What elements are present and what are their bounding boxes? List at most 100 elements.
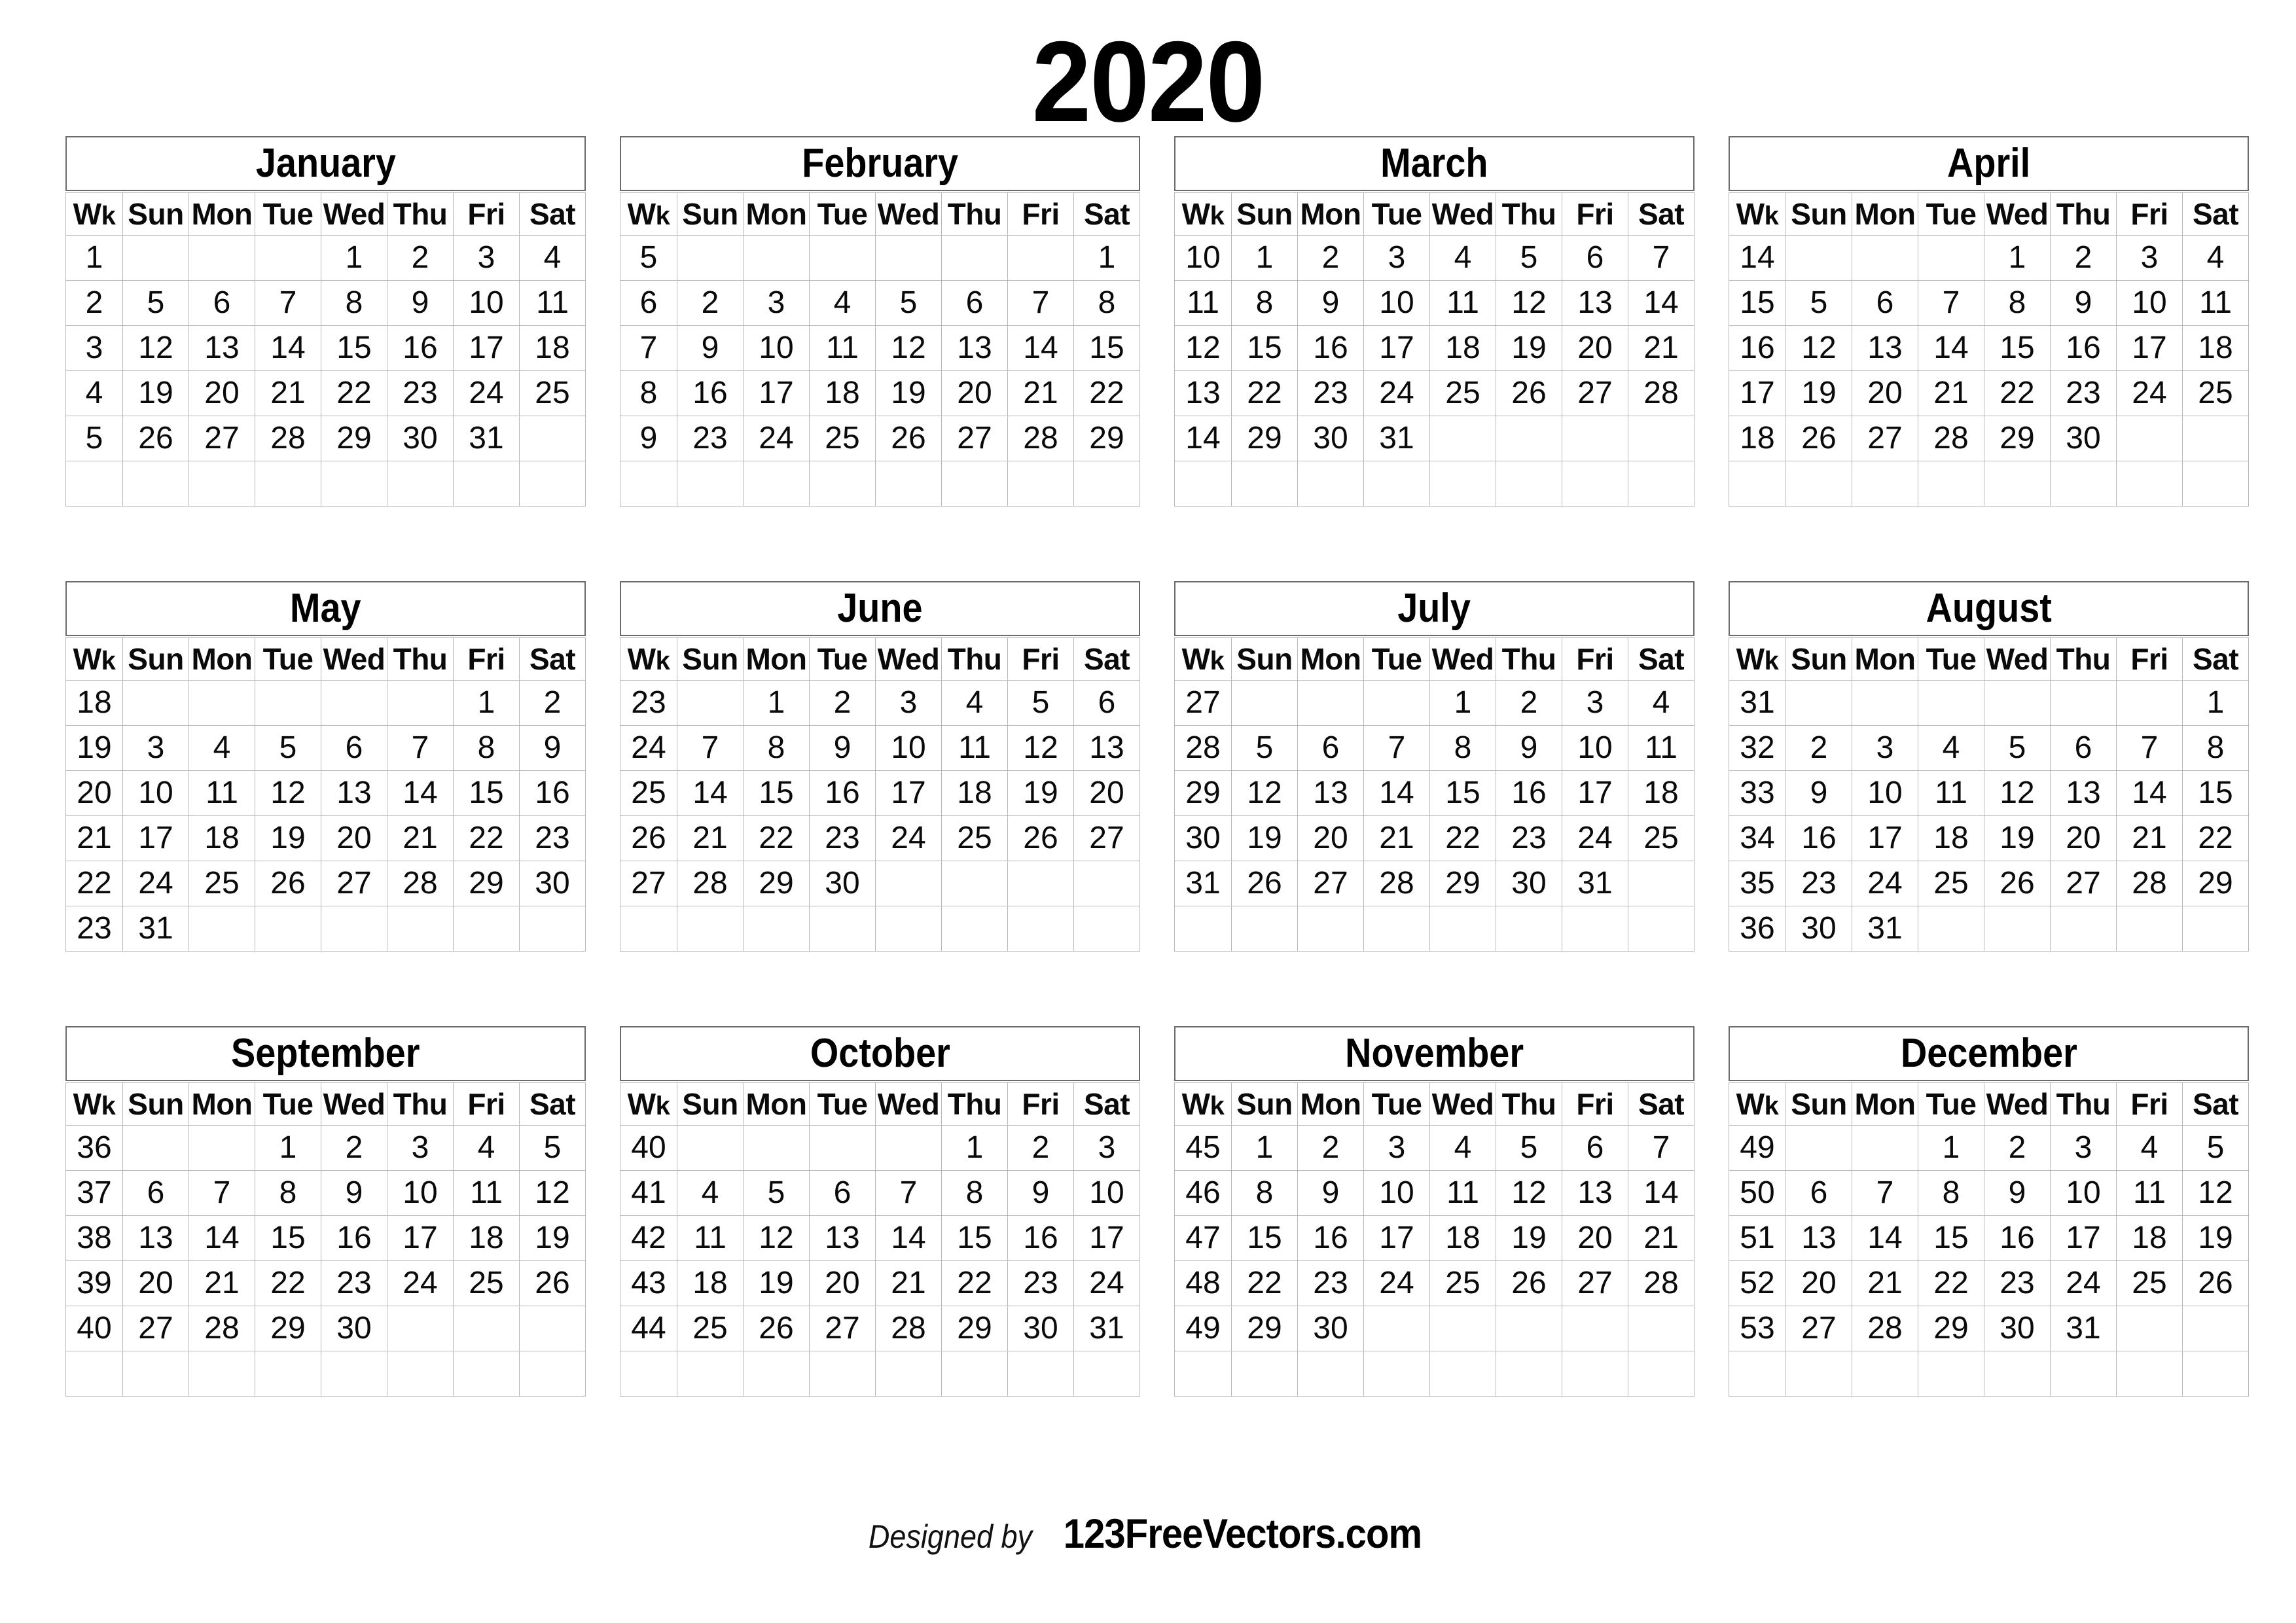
day-cell[interactable]: 14 <box>1628 1170 1695 1216</box>
day-cell[interactable]: 26 <box>1785 416 1852 461</box>
day-cell[interactable]: 18 <box>1628 770 1695 816</box>
day-cell[interactable]: 12 <box>1785 325 1852 371</box>
day-cell[interactable]: 1 <box>1918 1125 1984 1171</box>
day-cell[interactable]: 25 <box>1429 1260 1496 1306</box>
day-cell[interactable]: 3 <box>743 280 810 326</box>
day-cell[interactable]: 8 <box>941 1170 1008 1216</box>
day-cell[interactable]: 6 <box>122 1170 189 1216</box>
day-cell[interactable]: 30 <box>1007 1306 1074 1351</box>
day-cell[interactable]: 11 <box>1429 280 1496 326</box>
day-cell[interactable]: 30 <box>809 861 876 906</box>
day-cell[interactable]: 22 <box>1231 370 1298 416</box>
day-cell[interactable]: 14 <box>1007 325 1074 371</box>
day-cell[interactable]: 15 <box>321 325 387 371</box>
day-cell[interactable]: 17 <box>1852 815 1918 861</box>
day-cell[interactable]: 24 <box>453 370 520 416</box>
day-cell[interactable]: 19 <box>743 1260 810 1306</box>
day-cell[interactable]: 6 <box>1562 235 1628 281</box>
day-cell[interactable]: 19 <box>1984 815 2051 861</box>
day-cell[interactable]: 16 <box>1496 770 1562 816</box>
day-cell[interactable]: 24 <box>875 815 942 861</box>
day-cell[interactable]: 5 <box>122 280 189 326</box>
day-cell[interactable]: 15 <box>453 770 520 816</box>
day-cell[interactable]: 26 <box>1007 815 1074 861</box>
day-cell[interactable]: 8 <box>2182 725 2249 771</box>
day-cell[interactable]: 4 <box>453 1125 520 1171</box>
day-cell[interactable]: 28 <box>1918 416 1984 461</box>
day-cell[interactable]: 18 <box>519 325 586 371</box>
day-cell[interactable]: 14 <box>875 1215 942 1261</box>
day-cell[interactable]: 20 <box>941 370 1008 416</box>
day-cell[interactable]: 12 <box>1007 725 1074 771</box>
day-cell[interactable]: 19 <box>2182 1215 2249 1261</box>
day-cell[interactable]: 14 <box>1363 770 1430 816</box>
day-cell[interactable]: 23 <box>1297 1260 1364 1306</box>
day-cell[interactable]: 10 <box>1562 725 1628 771</box>
day-cell[interactable]: 18 <box>188 815 255 861</box>
day-cell[interactable]: 9 <box>2050 280 2117 326</box>
day-cell[interactable]: 8 <box>453 725 520 771</box>
day-cell[interactable]: 3 <box>1073 1125 1140 1171</box>
day-cell[interactable]: 14 <box>1628 280 1695 326</box>
day-cell[interactable]: 2 <box>677 280 744 326</box>
day-cell[interactable]: 4 <box>1918 725 1984 771</box>
day-cell[interactable]: 22 <box>941 1260 1008 1306</box>
day-cell[interactable]: 12 <box>1984 770 2051 816</box>
day-cell[interactable]: 23 <box>1007 1260 1074 1306</box>
day-cell[interactable]: 11 <box>941 725 1008 771</box>
day-cell[interactable]: 17 <box>1363 1215 1430 1261</box>
day-cell[interactable]: 1 <box>1231 235 1298 281</box>
day-cell[interactable]: 27 <box>1297 861 1364 906</box>
day-cell[interactable]: 14 <box>255 325 321 371</box>
day-cell[interactable]: 30 <box>1785 906 1852 952</box>
day-cell[interactable]: 15 <box>1984 325 2051 371</box>
day-cell[interactable]: 1 <box>1984 235 2051 281</box>
day-cell[interactable]: 2 <box>1297 235 1364 281</box>
day-cell[interactable]: 26 <box>1496 1260 1562 1306</box>
day-cell[interactable]: 7 <box>1852 1170 1918 1216</box>
day-cell[interactable]: 21 <box>1363 815 1430 861</box>
day-cell[interactable]: 16 <box>1785 815 1852 861</box>
day-cell[interactable]: 10 <box>1363 1170 1430 1216</box>
day-cell[interactable]: 21 <box>255 370 321 416</box>
day-cell[interactable]: 4 <box>941 680 1008 726</box>
day-cell[interactable]: 12 <box>519 1170 586 1216</box>
day-cell[interactable]: 15 <box>1231 1215 1298 1261</box>
day-cell[interactable]: 28 <box>1852 1306 1918 1351</box>
day-cell[interactable]: 9 <box>1297 280 1364 326</box>
day-cell[interactable]: 7 <box>2116 725 2183 771</box>
day-cell[interactable]: 9 <box>677 325 744 371</box>
day-cell[interactable]: 11 <box>519 280 586 326</box>
day-cell[interactable]: 24 <box>1363 370 1430 416</box>
day-cell[interactable]: 31 <box>1562 861 1628 906</box>
day-cell[interactable]: 25 <box>519 370 586 416</box>
day-cell[interactable]: 30 <box>1297 416 1364 461</box>
day-cell[interactable]: 1 <box>453 680 520 726</box>
day-cell[interactable]: 16 <box>2050 325 2117 371</box>
day-cell[interactable]: 17 <box>2116 325 2183 371</box>
day-cell[interactable]: 1 <box>1429 680 1496 726</box>
day-cell[interactable]: 27 <box>1073 815 1140 861</box>
day-cell[interactable]: 24 <box>1363 1260 1430 1306</box>
day-cell[interactable]: 9 <box>1984 1170 2051 1216</box>
day-cell[interactable]: 5 <box>1785 280 1852 326</box>
day-cell[interactable]: 20 <box>321 815 387 861</box>
day-cell[interactable]: 17 <box>875 770 942 816</box>
day-cell[interactable]: 26 <box>1984 861 2051 906</box>
day-cell[interactable]: 17 <box>1073 1215 1140 1261</box>
day-cell[interactable]: 23 <box>1496 815 1562 861</box>
day-cell[interactable]: 17 <box>1363 325 1430 371</box>
day-cell[interactable]: 3 <box>875 680 942 726</box>
day-cell[interactable]: 13 <box>122 1215 189 1261</box>
day-cell[interactable]: 7 <box>1628 235 1695 281</box>
day-cell[interactable]: 19 <box>1007 770 1074 816</box>
day-cell[interactable]: 25 <box>2182 370 2249 416</box>
day-cell[interactable]: 14 <box>188 1215 255 1261</box>
day-cell[interactable]: 8 <box>1918 1170 1984 1216</box>
day-cell[interactable]: 2 <box>321 1125 387 1171</box>
day-cell[interactable]: 25 <box>809 416 876 461</box>
day-cell[interactable]: 31 <box>1073 1306 1140 1351</box>
day-cell[interactable]: 10 <box>2050 1170 2117 1216</box>
day-cell[interactable]: 25 <box>2116 1260 2183 1306</box>
day-cell[interactable]: 21 <box>1918 370 1984 416</box>
